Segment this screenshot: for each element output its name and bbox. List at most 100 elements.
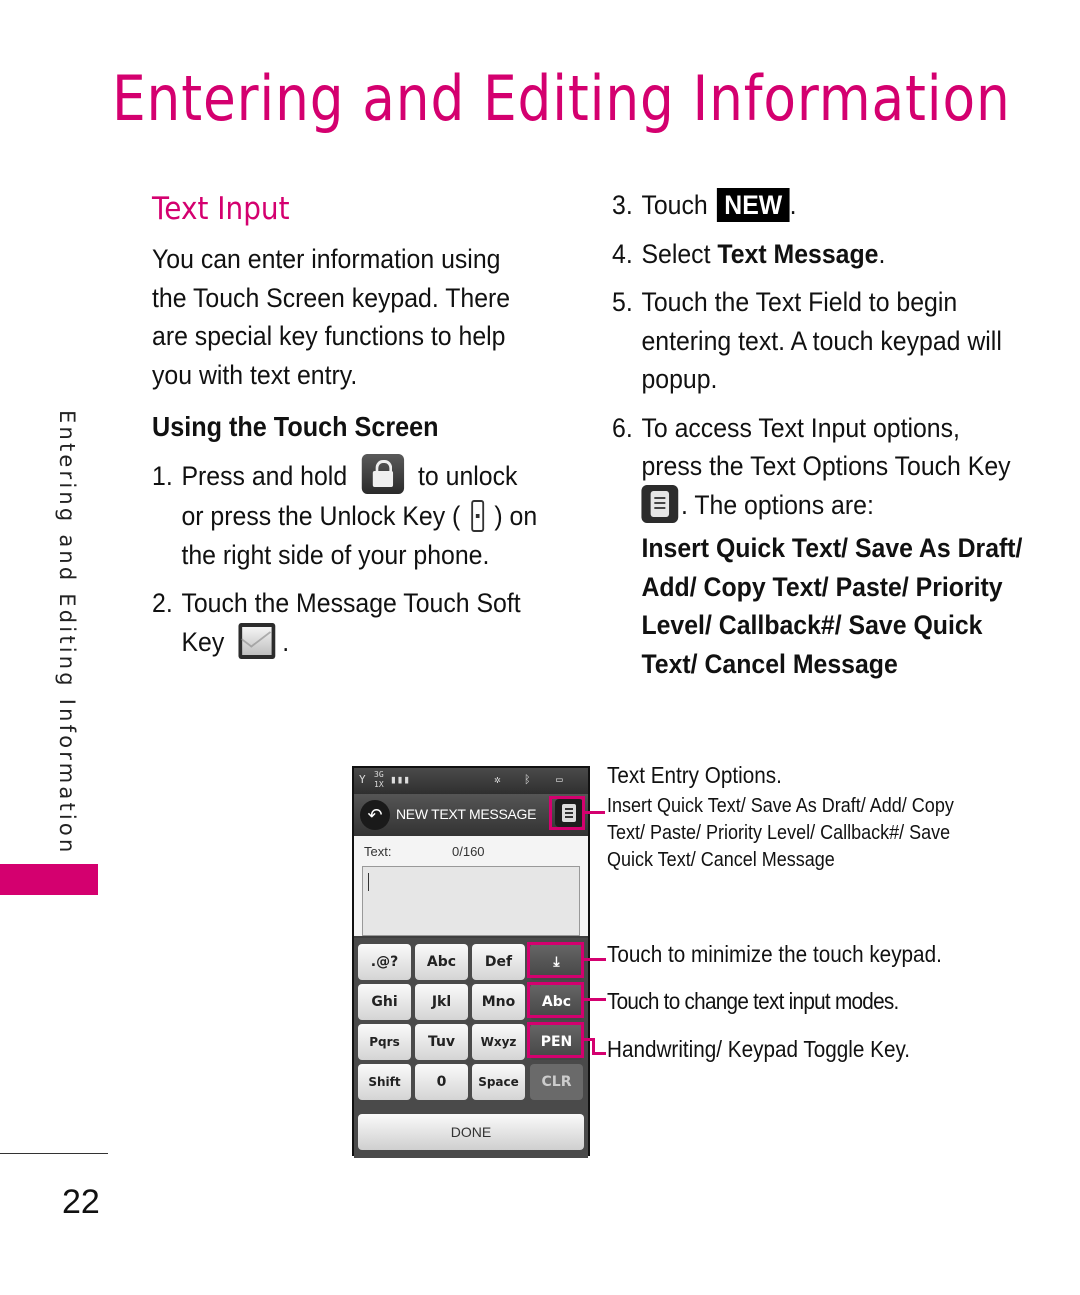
key-def[interactable]: Def	[472, 944, 525, 980]
status-bar: Y 3G 1X ▮▮▮ ✲ ᛒ ▭	[354, 768, 588, 794]
step-text: . The options are:	[681, 489, 874, 520]
step-6: 6. To access Text Input options, press t…	[612, 409, 1017, 526]
callout-minimize: Touch to minimize the touch keypad.	[607, 941, 942, 967]
key-0[interactable]: 0	[415, 1064, 468, 1100]
side-tab-label: Entering and Editing Information	[55, 410, 79, 856]
step-number: 4.	[612, 238, 633, 269]
options-line: Level/ Callback#/ Save Quick	[641, 610, 983, 641]
right-column: 3. Touch NEW. 4. Select Text Message. 5. …	[612, 186, 1052, 683]
step-line: Press and hold to unlock	[181, 454, 538, 498]
left-column: Text Input You can enter information usi…	[152, 186, 572, 672]
unlock-key-icon	[470, 500, 484, 533]
step-text: Key	[181, 626, 225, 657]
step-1: 1. Press and hold to unlock or press the…	[152, 454, 538, 575]
screen-title: NEW TEXT MESSAGE	[396, 806, 537, 822]
step-text: .	[282, 626, 290, 657]
step-number: 6.	[612, 412, 633, 443]
key-symbols[interactable]: .@?	[358, 944, 411, 980]
step-text: Press and hold	[181, 460, 348, 491]
options-line: Add/ Copy Text/ Paste/ Priority	[641, 571, 1003, 602]
callout-options-title: Text Entry Options.	[607, 762, 782, 788]
callout-line-mode	[584, 998, 606, 1001]
highlight-options	[549, 796, 585, 830]
highlight-pen	[527, 1022, 584, 1058]
text-field[interactable]	[362, 866, 580, 936]
key-space[interactable]: Space	[472, 1064, 525, 1100]
step-line: entering text. A touch keypad will	[641, 325, 1002, 356]
done-button[interactable]: DONE	[358, 1114, 584, 1150]
highlight-mode	[527, 982, 584, 1018]
callout-options-text: Insert Quick Text/ Save As Draft/ Add/ C…	[607, 793, 954, 874]
key-clr[interactable]: CLR	[530, 1064, 583, 1100]
key-tuv[interactable]: Tuv	[415, 1024, 468, 1060]
text-area-section: Text: 0/160	[354, 836, 588, 936]
new-badge: NEW	[716, 188, 790, 222]
step-text: to unlock	[418, 460, 518, 491]
step-line: press the Text Options Touch Key	[641, 451, 1011, 481]
key-shift[interactable]: Shift	[358, 1064, 411, 1100]
subsection-title: Using the Touch Screen	[152, 411, 439, 442]
step-3: 3. Touch NEW.	[612, 186, 1017, 225]
intro-line: the Touch Screen keypad. There	[152, 282, 511, 313]
step-number: 2.	[152, 588, 173, 619]
step-line: Key .	[181, 622, 538, 662]
side-tab-marker	[0, 864, 98, 895]
step-line: To access Text Input options,	[641, 412, 960, 443]
callout-pen: Handwriting/ Keypad Toggle Key.	[607, 1036, 911, 1062]
options-list: Insert Quick Text/ Save As Draft/ Add/ C…	[612, 529, 1023, 683]
lock-icon	[361, 454, 404, 495]
step-2: 2. Touch the Message Touch Soft Key .	[152, 584, 538, 661]
step-4: 4. Select Text Message.	[612, 235, 1017, 274]
key-abc[interactable]: Abc	[415, 944, 468, 980]
back-icon[interactable]: ↶	[360, 800, 390, 830]
callout-options-line: Text/ Paste/ Priority Level/ Callback#/ …	[607, 822, 951, 844]
callout-line-options	[585, 811, 605, 814]
step-5: 5. Touch the Text Field to begin enterin…	[612, 283, 1017, 399]
footer-rule	[0, 1153, 108, 1154]
intro-line: You can enter information using	[152, 244, 501, 274]
section-title: Text Input	[152, 191, 290, 227]
step-line: Touch the Text Field to begin	[641, 287, 958, 317]
key-ghi[interactable]: Ghi	[358, 984, 411, 1020]
options-line: Text/ Cancel Message	[641, 648, 898, 679]
highlight-minimize	[527, 942, 584, 978]
step-line: the right side of your phone.	[181, 539, 490, 570]
battery-icon: ▭	[556, 773, 563, 786]
signal-bars-icon: ▮▮▮	[390, 773, 410, 786]
step-line: popup.	[641, 364, 718, 394]
page-title: Entering and Editing Information	[112, 62, 1011, 135]
step-text: ) on	[494, 501, 538, 532]
step-number: 3.	[612, 190, 633, 220]
callout-mode: Touch to change text input modes.	[607, 988, 899, 1014]
step-line: Touch the Message Touch Soft	[181, 588, 521, 619]
signal-icon: Y	[359, 773, 366, 786]
page-number: 22	[62, 1183, 100, 1221]
options-icon	[641, 485, 679, 524]
network-1x-label: 1X	[374, 780, 384, 789]
callout-line-minimize	[584, 958, 606, 961]
intro-paragraph: You can enter information using the Touc…	[152, 240, 538, 394]
step-number: 5.	[612, 287, 633, 317]
bluetooth-icon: ᛒ	[524, 773, 531, 786]
options-line: Insert Quick Text/ Save As Draft/	[641, 533, 1023, 564]
callout-options-line: Insert Quick Text/ Save As Draft/ Add/ C…	[607, 795, 954, 817]
step-line: or press the Unlock Key ( ) on	[181, 497, 538, 536]
key-wxyz[interactable]: Wxyz	[472, 1024, 525, 1060]
step-text: .	[789, 190, 797, 220]
network-3g-label: 3G	[374, 770, 384, 779]
step-line: Touch NEW.	[641, 186, 1016, 225]
step-text: Touch	[641, 190, 708, 220]
callout-line-pen-c	[592, 1052, 606, 1055]
step-line: Select Text Message.	[641, 235, 1016, 274]
step-line: . The options are:	[641, 485, 1016, 526]
intro-line: are special key functions to help	[152, 321, 506, 351]
char-counter: 0/160	[452, 844, 485, 859]
step-text: .	[878, 238, 886, 269]
step-number: 1.	[152, 460, 173, 491]
key-mno[interactable]: Mno	[472, 984, 525, 1020]
text-label: Text:	[364, 844, 392, 859]
message-icon	[238, 622, 276, 659]
step-text: Select	[641, 238, 711, 269]
key-jkl[interactable]: Jkl	[415, 984, 468, 1020]
key-pqrs[interactable]: Pqrs	[358, 1024, 411, 1060]
